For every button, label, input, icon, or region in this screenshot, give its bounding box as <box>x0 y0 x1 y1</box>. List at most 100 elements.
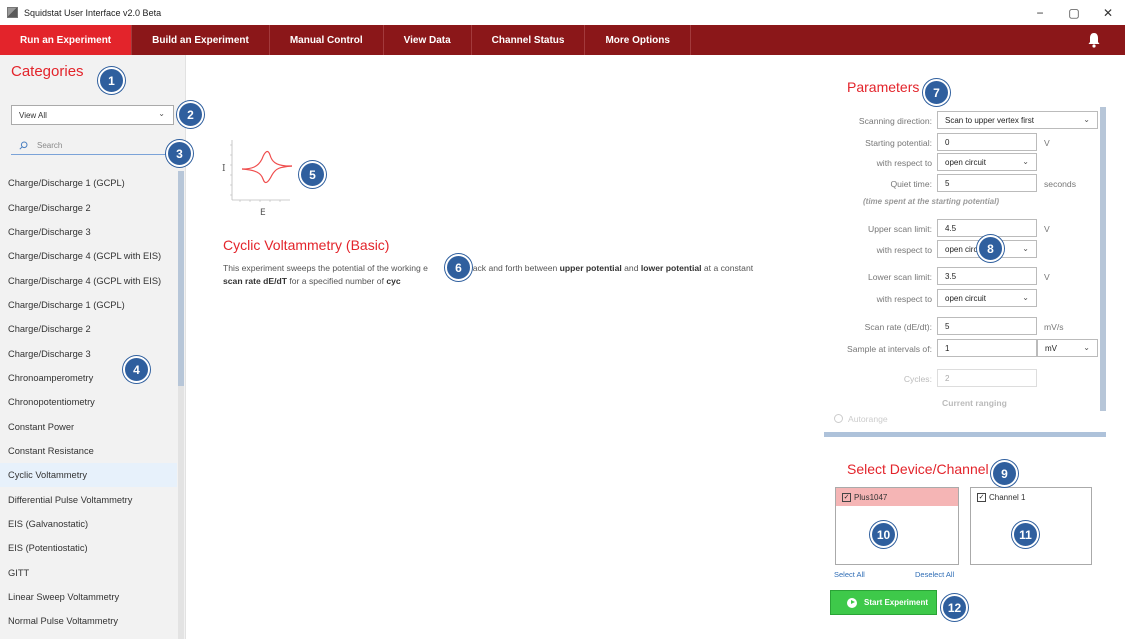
list-item[interactable]: Differential Pulse Voltammetry <box>0 487 177 511</box>
nav-build-experiment[interactable]: Build an Experiment <box>132 25 270 55</box>
experiment-title: Cyclic Voltammetry (Basic) <box>223 237 390 253</box>
select-all-link[interactable]: Select All <box>834 570 865 579</box>
nav-channel-status[interactable]: Channel Status <box>472 25 586 55</box>
deselect-all-link[interactable]: Deselect All <box>915 570 954 579</box>
chevron-down-icon: ⌄ <box>1022 157 1029 166</box>
device-channel-title: Select Device/Channel <box>847 461 989 477</box>
list-item[interactable]: Charge/Discharge 4 (GCPL with EIS) <box>0 244 177 268</box>
cycles-field[interactable]: 2 <box>937 369 1037 387</box>
categories-title: Categories <box>11 63 84 80</box>
channel-item[interactable]: ✓ Channel 1 <box>971 488 1091 506</box>
description-upper-potential: upper potential <box>559 263 622 273</box>
description-text: at a constant <box>701 263 754 273</box>
minimize-icon[interactable]: − <box>1023 0 1057 25</box>
nav-more-options[interactable]: More Options <box>585 25 691 55</box>
starting-potential-unit: V <box>1044 138 1050 148</box>
scanning-direction-value: Scan to upper vertex first <box>945 115 1034 125</box>
list-item-selected[interactable]: Cyclic Voltammetry <box>0 463 177 488</box>
callout-badge-9: 9 <box>991 460 1018 487</box>
quiet-time-field[interactable]: 5 <box>937 174 1037 192</box>
list-item[interactable]: Charge/Discharge 4 (GCPL with EIS) <box>0 268 177 292</box>
chevron-down-icon: ⌄ <box>1022 293 1029 302</box>
main-nav: Run an Experiment Build an Experiment Ma… <box>0 25 1125 55</box>
lower-scan-field[interactable]: 3.5 <box>937 267 1037 285</box>
list-item[interactable]: Charge/Discharge 2 <box>0 317 177 341</box>
search-placeholder: Search <box>37 141 63 150</box>
list-item[interactable]: Linear Sweep Voltammetry <box>0 585 177 609</box>
app-icon <box>7 7 18 18</box>
category-filter-value: View All <box>19 110 47 120</box>
current-ranging-label: Current ranging <box>942 398 1007 408</box>
sample-unit-dropdown[interactable]: mV ⌄ <box>1037 339 1098 357</box>
wrt-label-1: with respect to <box>876 158 932 168</box>
list-item[interactable]: EIS (Galvanostatic) <box>0 512 177 536</box>
close-icon[interactable]: ✕ <box>1091 0 1125 25</box>
list-item[interactable]: Normal Pulse Voltammetry <box>0 609 177 633</box>
callout-badge-3: 3 <box>166 140 193 167</box>
wrt-dropdown-1[interactable]: open circuit ⌄ <box>937 153 1037 171</box>
autorange-radio[interactable] <box>834 414 843 423</box>
chevron-down-icon: ⌄ <box>1022 244 1029 253</box>
cycles-label: Cycles: <box>903 374 932 384</box>
scan-rate-unit: mV/s <box>1044 322 1064 332</box>
list-item[interactable]: Constant Power <box>0 414 177 438</box>
starting-potential-field[interactable]: 0 <box>937 133 1037 151</box>
list-item[interactable]: GITT <box>0 561 177 585</box>
callout-badge-10: 10 <box>870 521 897 548</box>
list-item[interactable]: Constant Resistance <box>0 439 177 463</box>
list-item[interactable]: Charge/Discharge 1 (GCPL) <box>0 293 177 317</box>
category-filter-dropdown[interactable]: View All ⌄ <box>11 105 174 125</box>
list-item[interactable]: Chronopotentiometry <box>0 390 177 414</box>
scan-rate-field[interactable]: 5 <box>937 317 1037 335</box>
list-item[interactable]: Charge/Discharge 1 (GCPL) <box>0 171 177 195</box>
play-icon <box>847 597 857 608</box>
autorange-label: Autorange <box>848 414 888 424</box>
starting-potential-label: Starting potential: <box>865 138 932 148</box>
list-item[interactable]: Charge/Discharge 3 <box>0 341 177 365</box>
upper-scan-label: Upper scan limit: <box>868 224 932 234</box>
description-scan-rate: scan rate dE/dT <box>223 276 287 286</box>
quiet-time-label: Quiet time: <box>890 179 932 189</box>
scan-rate-label: Scan rate (dE/dt): <box>864 322 932 332</box>
nav-manual-control[interactable]: Manual Control <box>270 25 384 55</box>
channel-checkbox[interactable]: ✓ <box>977 492 986 502</box>
experiment-list: Charge/Discharge 1 (GCPL) Charge/Dischar… <box>0 171 177 634</box>
scanning-direction-dropdown[interactable]: Scan to upper vertex first ⌄ <box>937 111 1098 129</box>
plot-x-label: E <box>260 208 266 218</box>
start-experiment-button[interactable]: Start Experiment <box>830 590 937 615</box>
device-checkbox[interactable]: ✓ <box>842 492 851 502</box>
search-input[interactable]: Search <box>11 137 174 155</box>
parameters-scrollbar[interactable] <box>1100 107 1106 411</box>
callout-badge-12: 12 <box>941 594 968 621</box>
chevron-down-icon: ⌄ <box>1083 343 1090 352</box>
maximize-icon[interactable]: ▢ <box>1057 0 1091 25</box>
description-cycles: cyc <box>386 276 401 286</box>
lower-scan-label: Lower scan limit: <box>868 272 932 282</box>
nav-run-experiment[interactable]: Run an Experiment <box>0 25 133 55</box>
list-scrollbar[interactable] <box>178 171 184 639</box>
quiet-time-unit: seconds <box>1044 179 1077 189</box>
title-bar: Squidstat User Interface v2.0 Beta − ▢ ✕ <box>0 0 1125 25</box>
sample-interval-label: Sample at intervals of: <box>846 344 932 354</box>
device-item[interactable]: ✓ Plus1047 <box>836 488 958 506</box>
description-text: for a specified number of <box>287 276 387 286</box>
callout-badge-5: 5 <box>299 161 326 188</box>
wrt-label-2: with respect to <box>876 245 932 255</box>
nav-view-data[interactable]: View Data <box>384 25 472 55</box>
sample-interval-field[interactable]: 1 <box>937 339 1037 357</box>
list-item[interactable]: Chronoamperometry <box>0 366 177 390</box>
experiment-description: This experiment sweeps the potential of … <box>223 262 763 288</box>
list-item[interactable]: Charge/Discharge 3 <box>0 220 177 244</box>
cv-plot-thumbnail: I E <box>222 140 293 218</box>
description-text: This experiment sweeps the potential of … <box>223 263 428 273</box>
scanning-direction-label: Scanning direction: <box>858 116 932 126</box>
wrt-dropdown-3[interactable]: open circuit ⌄ <box>937 289 1037 307</box>
channel-name: Channel 1 <box>989 492 1026 502</box>
search-icon <box>19 141 28 150</box>
bell-icon[interactable] <box>1087 32 1101 48</box>
list-item[interactable]: EIS (Potentiostatic) <box>0 536 177 560</box>
list-item[interactable]: Charge/Discharge 2 <box>0 195 177 219</box>
list-scrollbar-thumb[interactable] <box>178 171 184 386</box>
upper-scan-unit: V <box>1044 224 1050 234</box>
wrt-value-2: open circ <box>945 244 978 254</box>
